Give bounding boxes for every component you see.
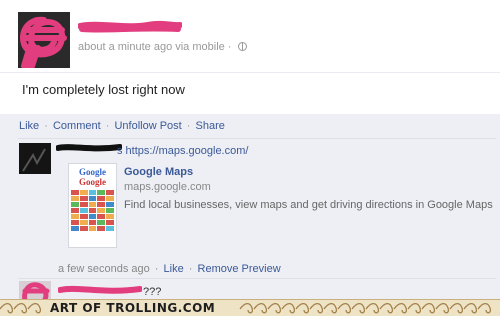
comment-link[interactable]: Comment — [53, 120, 101, 132]
separator: · — [154, 263, 159, 275]
google-logo: Google Google — [69, 167, 116, 187]
comment-link-url[interactable]: s https://maps.google.com/ — [117, 145, 248, 157]
watermark-text: ART OF TROLLING.COM — [50, 301, 216, 315]
separator: · — [105, 120, 110, 132]
divider — [18, 138, 496, 139]
post-meta: about a minute ago via mobile · — [78, 41, 247, 53]
comment-like-link[interactable]: Like — [164, 263, 184, 275]
link-preview-thumbnail[interactable]: Google Google — [68, 163, 117, 248]
logo-line-1: Google — [79, 167, 106, 177]
post-timestamp: about a minute ago via mobile · — [78, 41, 235, 53]
status-text: I'm completely lost right now — [22, 82, 185, 97]
commenter-name-scribble — [58, 285, 142, 294]
remove-preview-link[interactable]: Remove Preview — [198, 263, 281, 275]
like-link[interactable]: Like — [19, 120, 39, 132]
link-preview-domain: maps.google.com — [124, 181, 211, 193]
comment-text: ??? — [143, 286, 162, 298]
separator: · — [186, 120, 191, 132]
name-scribble — [78, 20, 182, 33]
logo-line-2: Google — [79, 177, 106, 187]
watermark-banner: ART OF TROLLING.COM — [0, 299, 500, 316]
divider — [18, 278, 496, 279]
comment-timestamp: a few seconds ago — [58, 263, 150, 275]
commenter-name-scribble — [56, 144, 122, 152]
unfollow-post-link[interactable]: Unfollow Post — [114, 120, 181, 132]
share-link[interactable]: Share — [196, 120, 225, 132]
thumbnail-icon-grid — [71, 190, 114, 231]
separator: · — [188, 263, 193, 275]
avatar-scribble-overlay — [18, 12, 70, 68]
avatar-image — [19, 143, 51, 174]
post-actions: Like · Comment · Unfollow Post · Share — [19, 120, 225, 132]
comment-meta: a few seconds ago · Like · Remove Previe… — [58, 263, 281, 275]
comment-avatar[interactable] — [19, 143, 51, 174]
post-header: about a minute ago via mobile · — [0, 0, 500, 73]
link-preview-description: Find local businesses, view maps and get… — [124, 199, 493, 211]
avatar[interactable] — [18, 12, 70, 68]
globe-icon — [237, 42, 247, 51]
link-preview-title[interactable]: Google Maps — [124, 166, 193, 178]
separator: · — [44, 120, 48, 132]
